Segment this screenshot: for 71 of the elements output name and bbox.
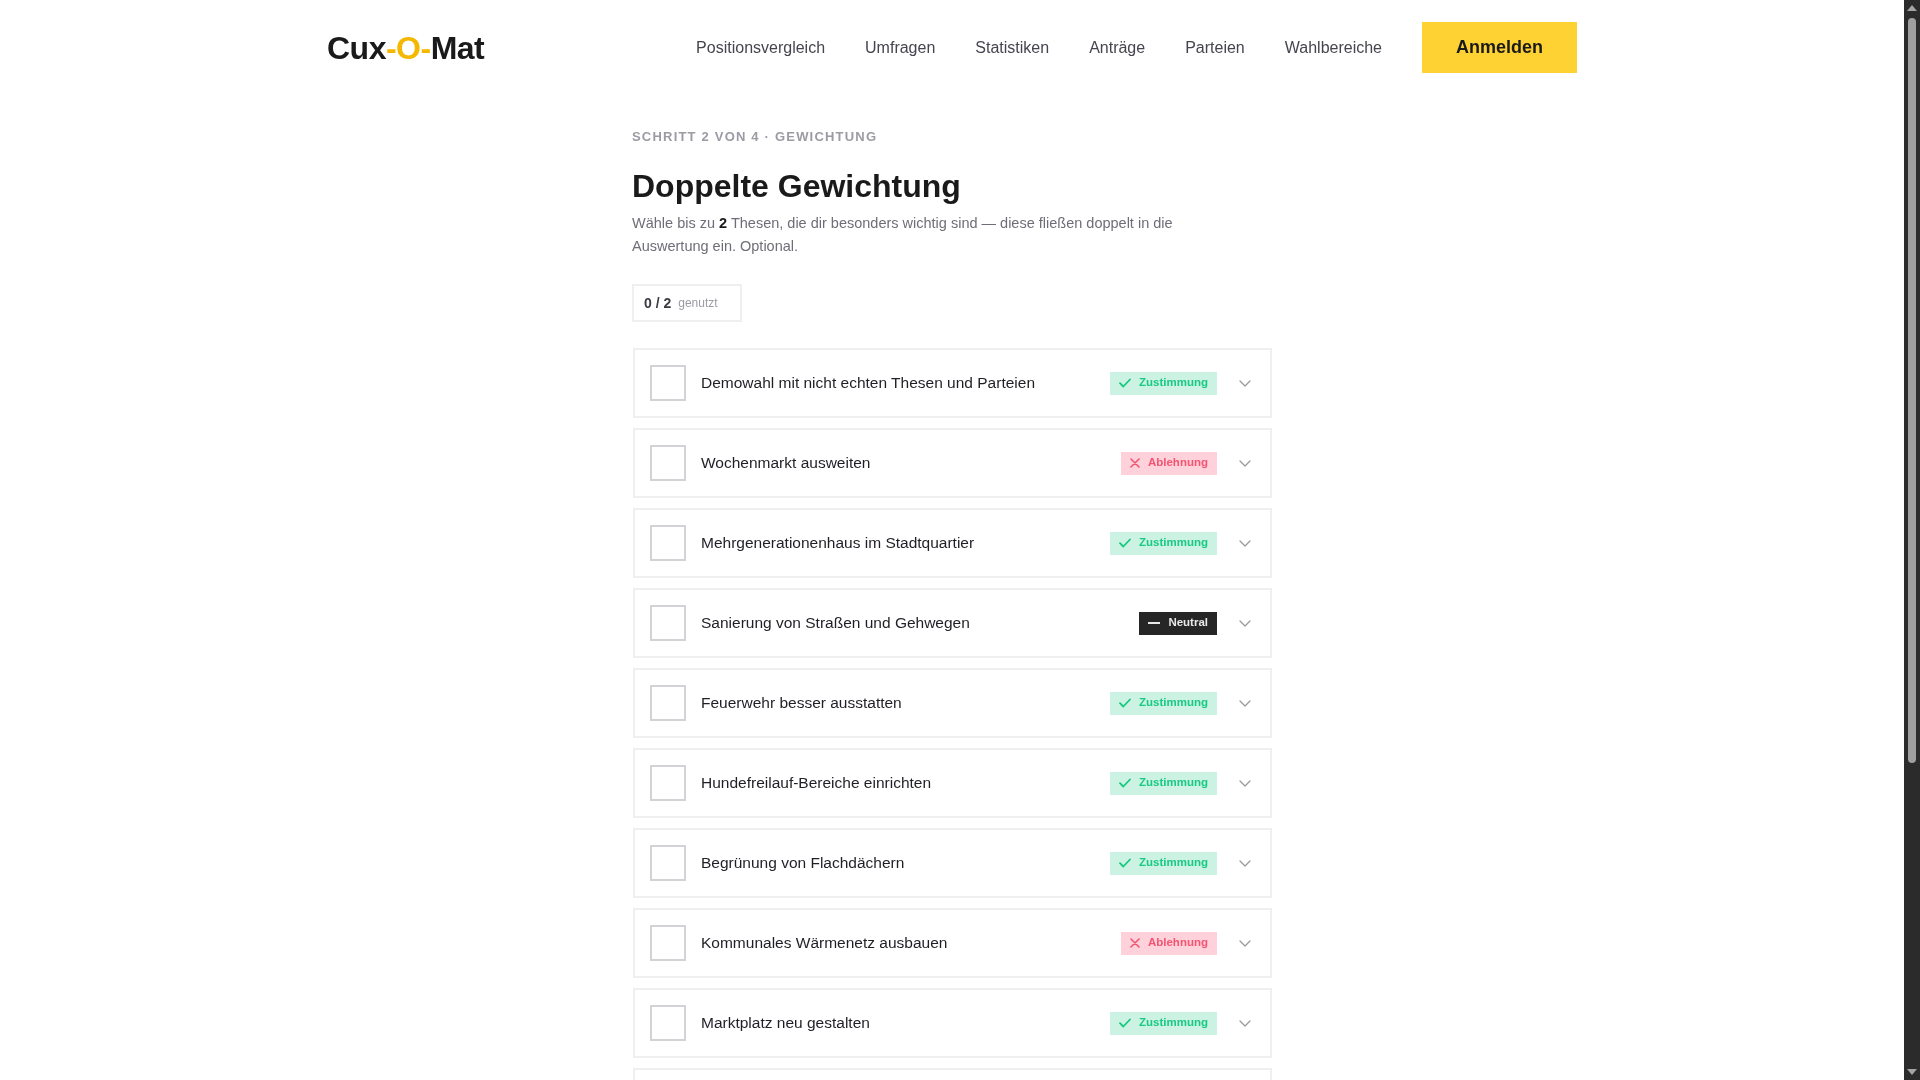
check-icon: [1119, 1018, 1131, 1028]
scroll-up-icon[interactable]: [1907, 5, 1917, 11]
thesis-card[interactable]: Hundefreilauf-Bereiche einrichten Zustimmung: [633, 748, 1272, 818]
thesis-card[interactable]: Marktplatz neu gestalten Zustimmung: [633, 988, 1272, 1058]
counter-value: 0 / 2: [644, 293, 672, 313]
step-label: SCHRITT 2 VON 4 · GEWICHTUNG: [632, 129, 879, 145]
chevron-down-icon[interactable]: [1239, 779, 1251, 787]
nav-link[interactable]: Positionsvergleich: [696, 35, 826, 60]
check-icon: [1119, 698, 1131, 708]
intro-text: Wähle bis zu 2 Thesen, die dir besonders wichtig sind — diese fließen doppelt in die Auswertung ein. Optional.: [632, 214, 1174, 256]
dash-icon: [1148, 622, 1161, 624]
checkbox[interactable]: [650, 525, 686, 561]
checkbox[interactable]: [650, 765, 686, 801]
chevron-down-icon[interactable]: [1239, 619, 1251, 627]
scrollbar[interactable]: [1904, 0, 1920, 1080]
chevron-down-icon[interactable]: [1239, 379, 1251, 387]
thesis-title: Feuerwehr besser ausstatten: [701, 693, 903, 714]
thesis-card[interactable]: Feuerwehr besser ausstatten Zustimmung: [633, 668, 1272, 738]
stance-label: Zustimmung: [1139, 855, 1208, 871]
nav-link[interactable]: Wahlbereiche: [1284, 35, 1382, 60]
checkbox[interactable]: [650, 445, 686, 481]
check-icon: [1119, 858, 1131, 868]
thesis-title: Hundefreilauf-Bereiche einrichten: [701, 773, 933, 794]
check-icon: [1119, 378, 1131, 388]
chevron-down-icon[interactable]: [1239, 539, 1251, 547]
nav-link[interactable]: Anträge: [1089, 35, 1146, 60]
stance-label: Zustimmung: [1139, 535, 1208, 551]
checkbox[interactable]: [650, 1005, 686, 1041]
checkbox[interactable]: [650, 685, 686, 721]
chevron-down-icon[interactable]: [1239, 459, 1251, 467]
stance-label: Zustimmung: [1139, 695, 1208, 711]
thesis-card[interactable]: Sanierung von Straßen und Gehwegen Neutral: [633, 588, 1272, 658]
logo[interactable]: Cux-O-Mat: [327, 31, 485, 64]
stance-label: Zustimmung: [1139, 1015, 1208, 1031]
thesis-title: Wochenmarkt ausweiten: [701, 453, 872, 474]
checkbox[interactable]: [650, 605, 686, 641]
thesis-title: Marktplatz neu gestalten: [701, 1013, 871, 1034]
thesis-card[interactable]: Mehrgenerationenhaus im Stadtquartier Zustimmung: [633, 508, 1272, 578]
thesis-title: Sanierung von Straßen und Gehwegen: [701, 613, 971, 634]
nav-link[interactable]: Umfragen: [865, 35, 936, 60]
login-button[interactable]: Anmelden: [1422, 22, 1577, 73]
thesis-card[interactable]: Kommunales Wärmenetz ausbauen Ablehnung: [633, 908, 1272, 978]
stance-label: Neutral: [1168, 615, 1208, 631]
close-icon: [1129, 458, 1140, 468]
scroll-down-icon[interactable]: [1907, 1069, 1917, 1075]
thesis-title: Mehrgenerationenhaus im Stadtquartier: [701, 533, 976, 554]
check-icon: [1119, 778, 1131, 788]
chevron-down-icon[interactable]: [1239, 859, 1251, 867]
checkbox[interactable]: [650, 365, 686, 401]
checkbox[interactable]: [650, 845, 686, 881]
stance-label: Ablehnung: [1147, 455, 1208, 471]
thesis-title: Demowahl mit nicht echten Thesen und Parteien: [701, 373, 1036, 394]
thesis-title: Kommunales Wärmenetz ausbauen: [701, 933, 949, 954]
thesis-card[interactable]: Wochenmarkt ausweiten Ablehnung: [633, 428, 1272, 498]
stance-label: Zustimmung: [1139, 775, 1208, 791]
thesis-card[interactable]: Demowahl mit nicht echten Thesen und Parteien Zustimmung: [633, 348, 1272, 418]
thesis-card[interactable]: Begrünung von Flachdächern Zustimmung: [633, 828, 1272, 898]
check-icon: [1119, 538, 1131, 548]
chevron-down-icon[interactable]: [1239, 1019, 1251, 1027]
nav-link[interactable]: Statistiken: [975, 35, 1050, 60]
page-title: Doppelte Gewichtung: [632, 167, 962, 206]
chevron-down-icon[interactable]: [1239, 699, 1251, 707]
close-icon: [1129, 938, 1140, 948]
stance-label: Zustimmung: [1139, 375, 1208, 391]
thesis-title: Begrünung von Flachdächern: [701, 853, 906, 874]
counter-label: genutzt: [678, 295, 718, 312]
stance-label: Ablehnung: [1147, 935, 1208, 951]
chevron-down-icon[interactable]: [1239, 939, 1251, 947]
scrollbar-thumb[interactable]: [1908, 18, 1916, 763]
checkbox[interactable]: [650, 925, 686, 961]
nav-link[interactable]: Parteien: [1185, 35, 1245, 60]
